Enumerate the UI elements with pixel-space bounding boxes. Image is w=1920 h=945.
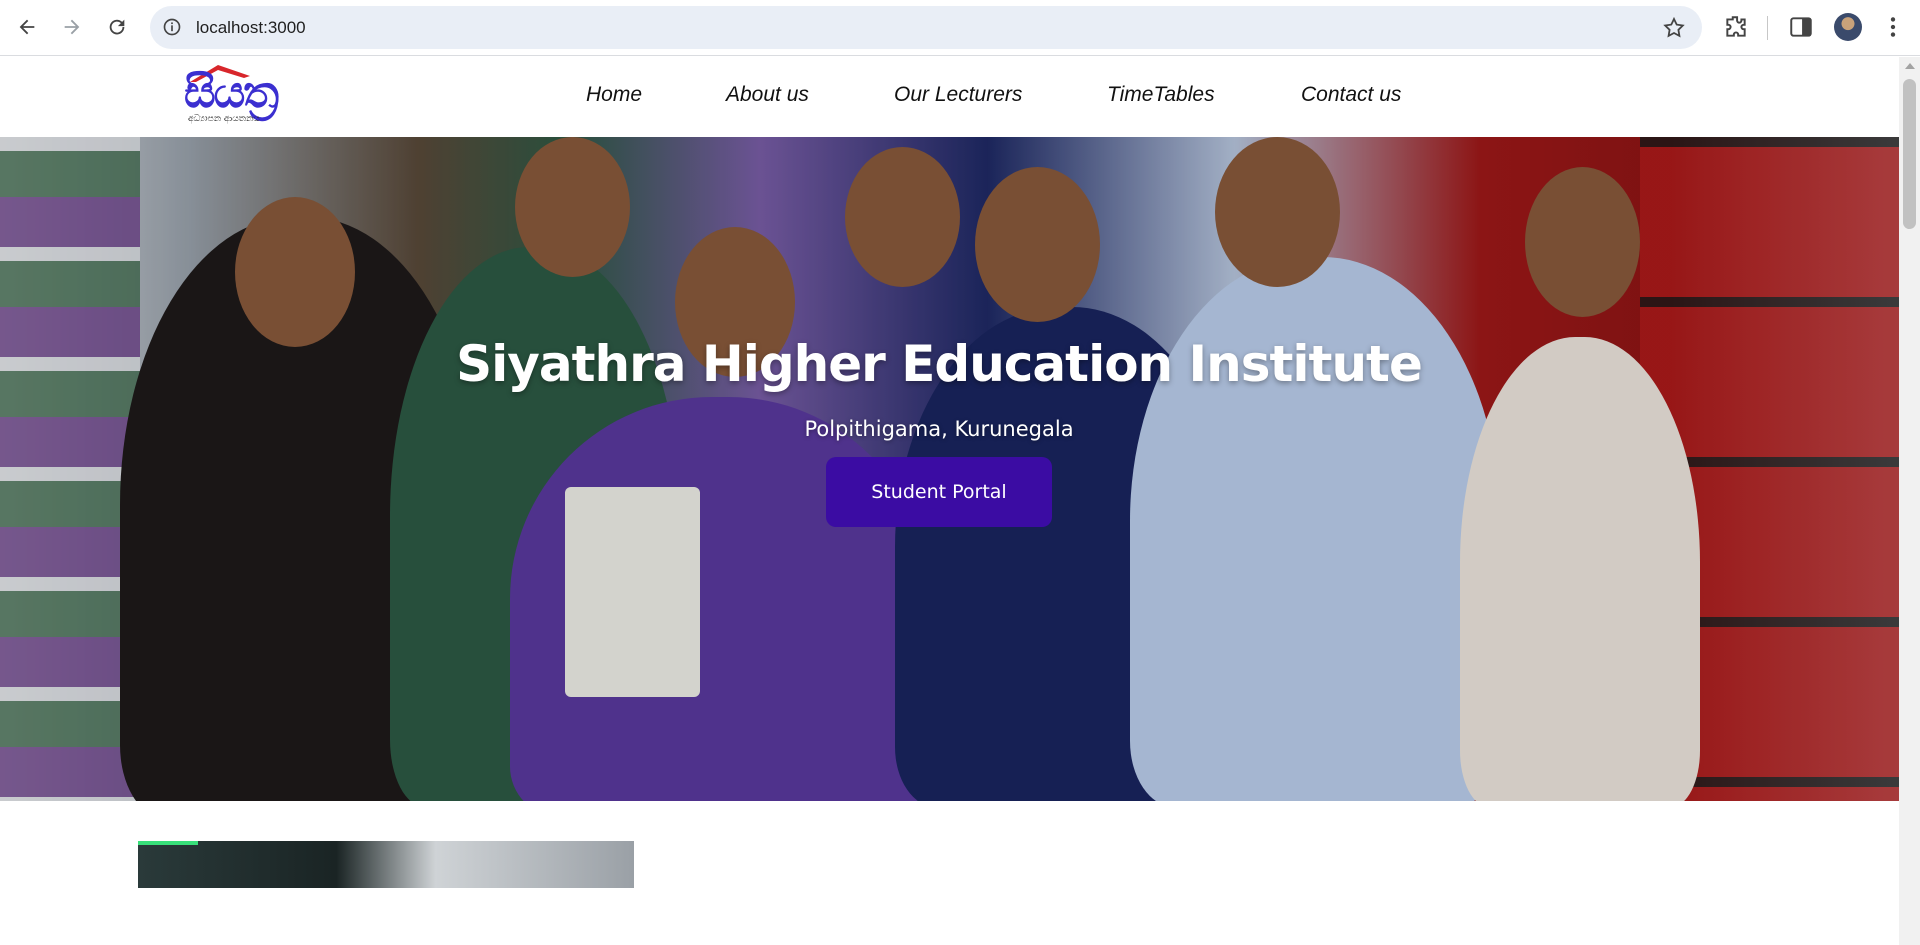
section-image: [138, 841, 634, 888]
reload-icon: [109, 19, 125, 35]
info-icon[interactable]: [162, 17, 182, 37]
nav-link-our-lecturers[interactable]: Our Lecturers: [894, 83, 1022, 107]
nav-link-home[interactable]: Home: [586, 83, 642, 107]
hero-title: Siyathra Higher Education Institute: [456, 335, 1423, 393]
extensions-puzzle-icon[interactable]: [1723, 14, 1749, 40]
back-button[interactable]: [12, 12, 42, 42]
web-page: සියත්‍ර අධ්‍යාපන ආයතනය Home About us Our…: [0, 57, 1899, 945]
arrow-right-icon: [64, 19, 80, 35]
more-menu-icon[interactable]: [1880, 14, 1906, 40]
arrow-left-icon: [19, 19, 35, 35]
site-header: සියත්‍ර අධ්‍යාපන ආයතනය Home About us Our…: [0, 57, 1899, 137]
bookmark-star-icon[interactable]: [1662, 16, 1686, 40]
url-text[interactable]: localhost:3000: [196, 18, 306, 38]
nav-link-about-us[interactable]: About us: [726, 83, 809, 107]
logo-text: සියත්‍ර: [184, 67, 279, 118]
address-bar[interactable]: localhost:3000: [150, 6, 1702, 49]
nav-link-contact-us[interactable]: Contact us: [1301, 83, 1401, 107]
toolbar-divider: [1767, 16, 1768, 40]
profile-avatar[interactable]: [1834, 13, 1862, 41]
nav-link-timetables[interactable]: TimeTables: [1107, 83, 1215, 107]
forward-button[interactable]: [57, 12, 87, 42]
student-portal-button[interactable]: Student Portal: [826, 457, 1052, 527]
reload-button[interactable]: [102, 12, 132, 42]
side-panel-icon[interactable]: [1788, 14, 1814, 40]
hero-subtitle: Polpithigama, Kurunegala: [804, 417, 1074, 441]
logo-subtext: අධ්‍යාපන ආයතනය: [188, 114, 260, 124]
site-logo[interactable]: සියත්‍ර අධ්‍යාපන ආයතනය: [180, 62, 330, 130]
hero-banner: Siyathra Higher Education Institute Polp…: [0, 137, 1899, 801]
scrollbar-thumb[interactable]: [1903, 79, 1916, 229]
page-scrollbar[interactable]: [1899, 57, 1920, 945]
browser-toolbar: localhost:3000: [0, 0, 1920, 56]
scroll-up-arrow-icon[interactable]: [1905, 63, 1915, 69]
